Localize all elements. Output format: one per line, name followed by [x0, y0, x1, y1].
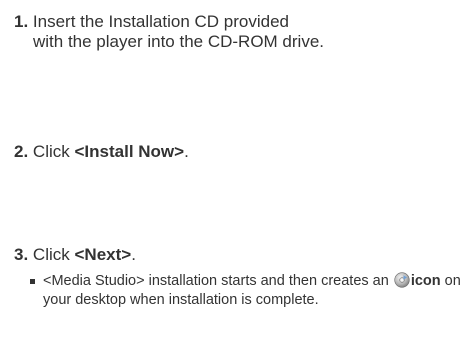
- step-text-end: .: [184, 142, 189, 161]
- bullet-square-icon: [30, 279, 35, 284]
- step-text-end: .: [131, 245, 136, 264]
- icon-word: icon: [410, 273, 441, 289]
- step-number: 3.: [14, 245, 29, 264]
- media-studio-cd-icon: [394, 272, 410, 288]
- step-text: Click: [32, 142, 75, 161]
- step-text-continued: with the player into the CD-ROM drive.: [33, 32, 324, 51]
- step-number: 1.: [14, 12, 29, 31]
- bullet-note: <Media Studio> installation starts and t…: [30, 272, 470, 310]
- bullet-text-start: <Media Studio> installation starts and t…: [43, 273, 393, 289]
- step-text: Click: [32, 245, 75, 264]
- next-label: <Next>: [74, 245, 132, 264]
- step-2: 2. Click <Install Now>.: [14, 142, 464, 162]
- install-now-label: <Install Now>: [74, 142, 185, 161]
- bullet-text: <Media Studio> installation starts and t…: [30, 272, 470, 310]
- step-number: 2.: [14, 142, 29, 161]
- step-3: 3. Click <Next>.: [14, 245, 464, 265]
- step-text: Insert the Installation CD provided: [32, 12, 290, 31]
- step-1: 1. Insert the Installation CD provided w…: [14, 12, 464, 52]
